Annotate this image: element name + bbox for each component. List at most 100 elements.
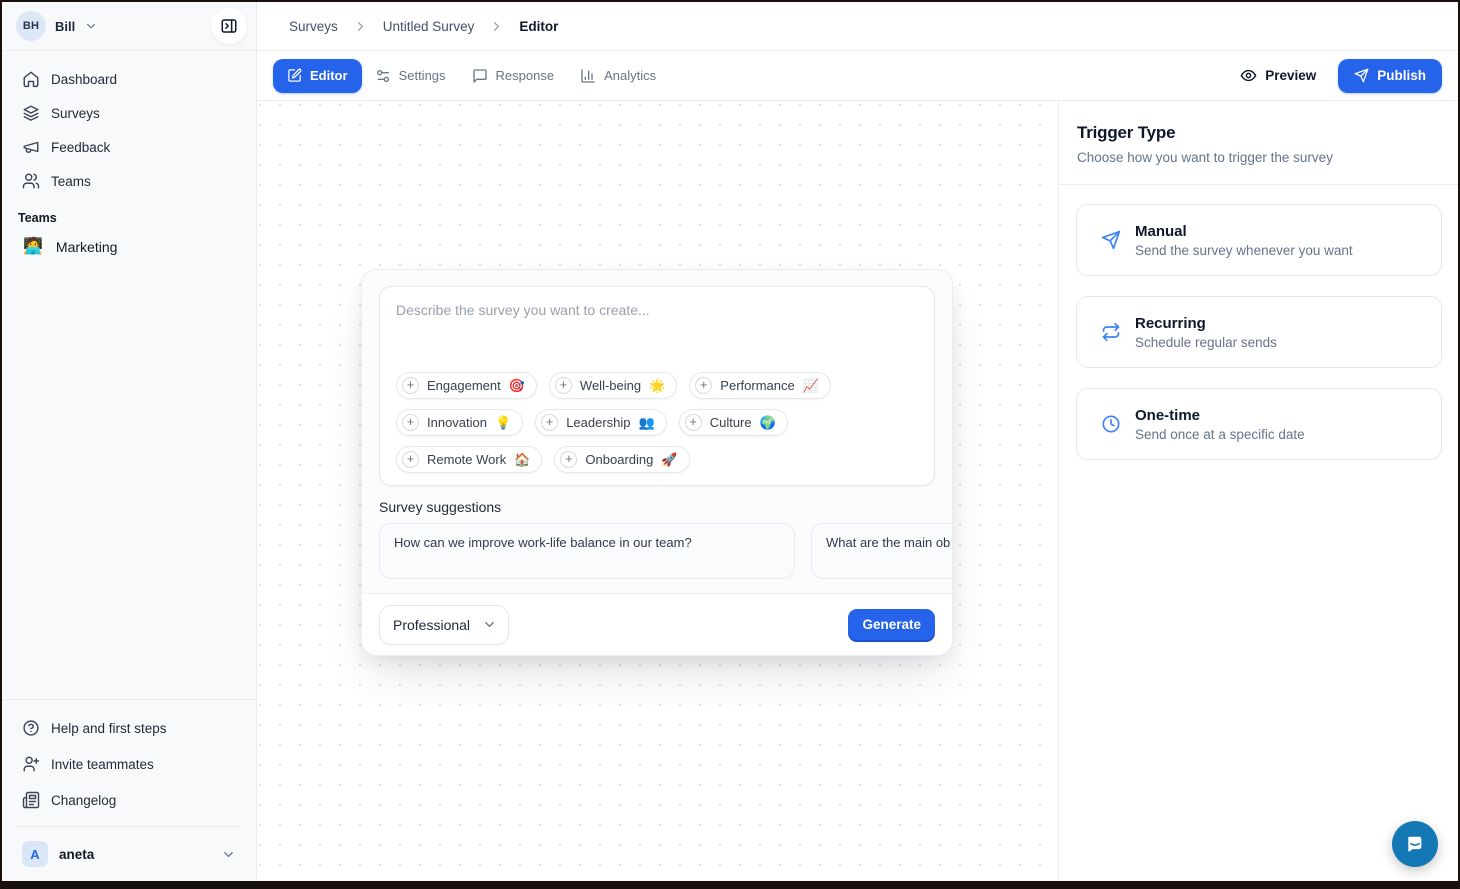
trigger-panel-header: Trigger Type Choose how you want to trig… <box>1059 101 1458 185</box>
sidebar-item-help[interactable]: Help and first steps <box>14 710 244 746</box>
panel-title: Trigger Type <box>1077 123 1440 143</box>
option-description: Send once at a specific date <box>1135 427 1305 442</box>
workspace-switcher[interactable]: BH Bill <box>2 2 256 51</box>
toolbar-right: Preview Publish <box>1240 59 1442 93</box>
chart-emoji-icon: 📈 <box>803 379 819 392</box>
panel-subtitle: Choose how you want to trigger the surve… <box>1077 150 1440 165</box>
option-title: Manual <box>1135 223 1353 240</box>
topic-chip-remote-work[interactable]: + Remote Work 🏠 <box>396 446 542 473</box>
trigger-option-manual[interactable]: Manual Send the survey whenever you want <box>1076 204 1442 276</box>
option-description: Send the survey whenever you want <box>1135 243 1353 258</box>
suggestions-row: How can we improve work-life balance in … <box>379 523 952 579</box>
sidebar-item-dashboard[interactable]: Dashboard <box>14 62 244 96</box>
help-circle-icon <box>22 719 40 737</box>
sidebar-item-invite[interactable]: Invite teammates <box>14 746 244 782</box>
chip-label: Onboarding <box>585 452 653 467</box>
trigger-options: Manual Send the survey whenever you want… <box>1059 185 1458 460</box>
preview-button[interactable]: Preview <box>1240 67 1316 84</box>
clock-icon <box>1101 414 1121 434</box>
trigger-option-text: Manual Send the survey whenever you want <box>1135 223 1353 258</box>
breadcrumb-current: Editor <box>519 19 558 34</box>
chat-bubble-icon <box>1403 832 1427 856</box>
plus-icon: + <box>695 377 712 394</box>
tab-settings[interactable]: Settings <box>362 59 459 93</box>
plus-icon: + <box>402 451 419 468</box>
sidebar-item-surveys[interactable]: Surveys <box>14 96 244 130</box>
topic-chip-well-being[interactable]: +Well-being🌟 <box>549 372 677 399</box>
sidebar-spacer <box>2 265 256 699</box>
target-emoji-icon: 🎯 <box>509 379 525 392</box>
preview-label: Preview <box>1265 68 1316 83</box>
tab-response[interactable]: Response <box>459 59 568 93</box>
sidebar-item-changelog[interactable]: Changelog <box>14 782 244 818</box>
bar-chart-icon <box>580 68 596 84</box>
chip-label: Remote Work <box>427 452 506 467</box>
collapse-sidebar-button[interactable] <box>211 8 247 44</box>
publish-label: Publish <box>1377 68 1426 83</box>
topic-chip-onboarding[interactable]: +Onboarding🚀 <box>554 446 689 473</box>
star-emoji-icon: 🌟 <box>649 379 665 392</box>
breadcrumb-untitled-survey[interactable]: Untitled Survey <box>383 19 475 34</box>
tab-label: Response <box>496 68 555 83</box>
sidebar-item-teams[interactable]: Teams <box>14 164 244 198</box>
busts-emoji-icon: 👥 <box>639 416 655 429</box>
survey-description-input[interactable]: Describe the survey you want to create..… <box>379 286 935 486</box>
chevron-down-icon <box>482 617 497 632</box>
send-icon <box>1354 68 1369 83</box>
composer-footer: Professional Generate <box>362 593 952 655</box>
sidebar-item-label: Teams <box>51 174 91 189</box>
workspace-name: Bill <box>55 19 75 34</box>
topic-chip-engagement[interactable]: +Engagement🎯 <box>396 372 537 399</box>
bulb-emoji-icon: 💡 <box>495 416 511 429</box>
sidebar: BH Bill Dashboard Surveys Feedback <box>2 2 257 881</box>
chevron-right-icon <box>353 19 368 34</box>
tab-editor[interactable]: Editor <box>273 59 362 93</box>
megaphone-icon <box>22 138 40 156</box>
chip-label: Engagement <box>427 378 501 393</box>
topic-chip-culture[interactable]: +Culture🌍 <box>679 409 788 436</box>
chip-label: Culture <box>710 415 752 430</box>
workspace-avatar: BH <box>16 11 46 41</box>
topic-chip-innovation[interactable]: +Innovation💡 <box>396 409 523 436</box>
chevron-right-icon <box>489 19 504 34</box>
sidebar-item-team-marketing[interactable]: 🧑‍💻 Marketing <box>14 229 244 265</box>
plus-icon: + <box>402 414 419 431</box>
trigger-option-text: One-time Send once at a specific date <box>1135 407 1305 442</box>
user-plus-icon <box>22 755 40 773</box>
topic-chip-performance[interactable]: +Performance📈 <box>689 372 831 399</box>
trigger-option-one-time[interactable]: One-time Send once at a specific date <box>1076 388 1442 460</box>
topic-chip-leadership[interactable]: +Leadership👥 <box>535 409 667 436</box>
house-emoji-icon: 🏠 <box>514 453 530 466</box>
generate-button[interactable]: Generate <box>848 609 935 640</box>
trigger-type-panel: Trigger Type Choose how you want to trig… <box>1058 101 1458 881</box>
panel-collapse-icon <box>220 17 238 35</box>
tab-label: Editor <box>310 68 348 83</box>
publish-button[interactable]: Publish <box>1338 59 1442 93</box>
rocket-emoji-icon: 🚀 <box>661 453 677 466</box>
tab-analytics[interactable]: Analytics <box>567 59 669 93</box>
app-window: BH Bill Dashboard Surveys Feedback <box>2 2 1458 881</box>
team-name: Marketing <box>56 239 117 255</box>
user-menu[interactable]: A aneta <box>14 833 244 875</box>
chip-label: Leadership <box>566 415 630 430</box>
chevron-down-icon <box>221 847 236 862</box>
option-title: Recurring <box>1135 315 1277 332</box>
suggestions-label: Survey suggestions <box>379 499 935 515</box>
tone-select[interactable]: Professional <box>379 605 509 645</box>
breadcrumb-surveys[interactable]: Surveys <box>289 19 338 34</box>
sliders-icon <box>375 68 391 84</box>
sidebar-item-label: Changelog <box>51 793 116 808</box>
trigger-option-recurring[interactable]: Recurring Schedule regular sends <box>1076 296 1442 368</box>
sidebar-item-label: Surveys <box>51 106 100 121</box>
layers-icon <box>22 104 40 122</box>
suggestion-card[interactable]: What are the main ob <box>811 523 953 579</box>
plus-icon: + <box>685 414 702 431</box>
editor-canvas[interactable]: Describe the survey you want to create..… <box>257 101 1058 881</box>
suggestion-card[interactable]: How can we improve work-life balance in … <box>379 523 795 579</box>
chip-label: Well-being <box>580 378 641 393</box>
sidebar-item-label: Feedback <box>51 140 110 155</box>
divider <box>16 826 242 827</box>
sidebar-item-feedback[interactable]: Feedback <box>14 130 244 164</box>
send-icon <box>1101 230 1121 250</box>
chat-widget-button[interactable] <box>1392 821 1438 867</box>
